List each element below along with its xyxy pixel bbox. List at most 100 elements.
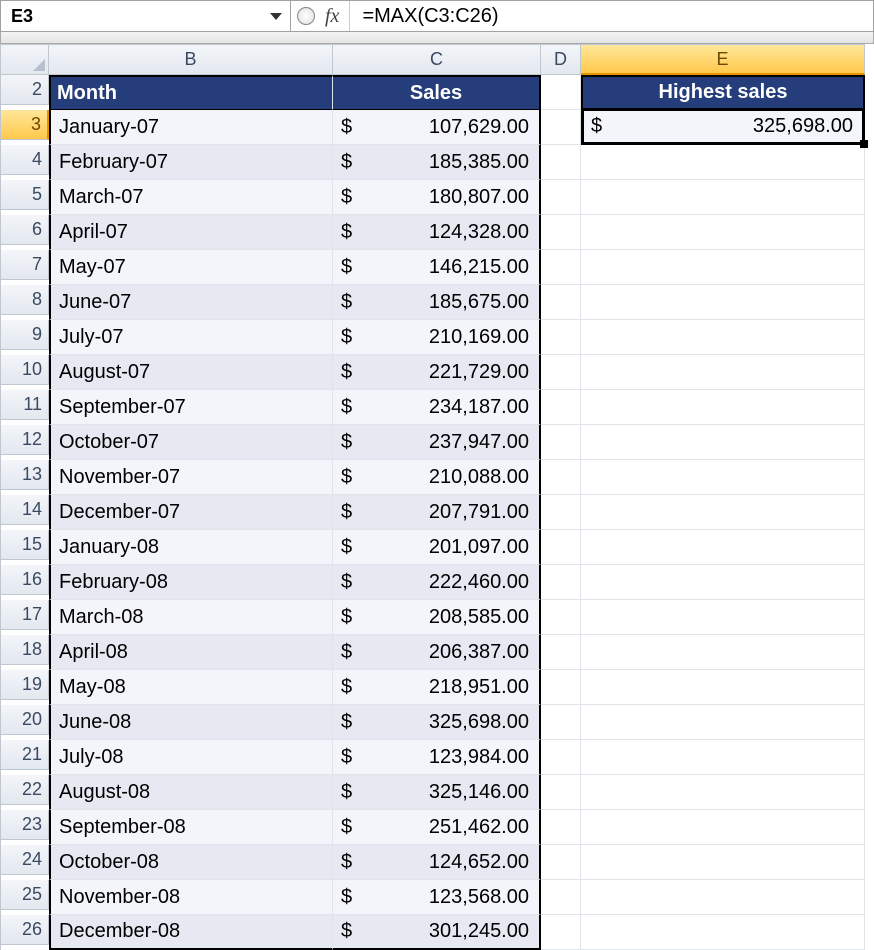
- cell-D10[interactable]: [541, 355, 581, 390]
- cell-D14[interactable]: [541, 495, 581, 530]
- cell-E13[interactable]: [581, 460, 865, 495]
- column-header-E[interactable]: E: [581, 45, 865, 75]
- cell-D16[interactable]: [541, 565, 581, 600]
- cell-E17[interactable]: [581, 600, 865, 635]
- column-header-C[interactable]: C: [333, 45, 541, 75]
- column-header-D[interactable]: D: [541, 45, 581, 75]
- cell-E11[interactable]: [581, 390, 865, 425]
- cell-sales-21[interactable]: $123,984.00: [333, 740, 541, 775]
- cell-E12[interactable]: [581, 425, 865, 460]
- row-header-16[interactable]: 16: [1, 565, 49, 595]
- cell-month-10[interactable]: August-07: [49, 355, 333, 390]
- cell-D17[interactable]: [541, 600, 581, 635]
- cell-month-17[interactable]: March-08: [49, 600, 333, 635]
- cell-D26[interactable]: [541, 915, 581, 950]
- cell-D7[interactable]: [541, 250, 581, 285]
- name-box-dropdown-icon[interactable]: [270, 13, 282, 20]
- cell-month-20[interactable]: June-08: [49, 705, 333, 740]
- cell-E10[interactable]: [581, 355, 865, 390]
- fill-handle[interactable]: [860, 140, 868, 148]
- row-header-26[interactable]: 26: [1, 915, 49, 945]
- cell-highest-sales[interactable]: $325,698.00: [581, 110, 865, 145]
- row-header-10[interactable]: 10: [1, 355, 49, 385]
- cell-E16[interactable]: [581, 565, 865, 600]
- row-header-9[interactable]: 9: [1, 320, 49, 350]
- cell-sales-14[interactable]: $207,791.00: [333, 495, 541, 530]
- cell-sales-7[interactable]: $146,215.00: [333, 250, 541, 285]
- row-header-5[interactable]: 5: [1, 180, 49, 210]
- cell-D13[interactable]: [541, 460, 581, 495]
- cell-sales-8[interactable]: $185,675.00: [333, 285, 541, 320]
- cell-E24[interactable]: [581, 845, 865, 880]
- cell-sales-24[interactable]: $124,652.00: [333, 845, 541, 880]
- cell-sales-11[interactable]: $234,187.00: [333, 390, 541, 425]
- cell-E25[interactable]: [581, 880, 865, 915]
- cell-E26[interactable]: [581, 915, 865, 950]
- cell-D21[interactable]: [541, 740, 581, 775]
- cell-D15[interactable]: [541, 530, 581, 565]
- cell-E23[interactable]: [581, 810, 865, 845]
- column-header-B[interactable]: B: [49, 45, 333, 75]
- row-header-22[interactable]: 22: [1, 775, 49, 805]
- select-all-corner[interactable]: [1, 45, 49, 75]
- name-box[interactable]: E3: [1, 1, 291, 31]
- cell-month-9[interactable]: July-07: [49, 320, 333, 355]
- row-header-19[interactable]: 19: [1, 670, 49, 700]
- row-header-21[interactable]: 21: [1, 740, 49, 770]
- cell-month-14[interactable]: December-07: [49, 495, 333, 530]
- cell-month-23[interactable]: September-08: [49, 810, 333, 845]
- cell-D25[interactable]: [541, 880, 581, 915]
- cell-month-5[interactable]: March-07: [49, 180, 333, 215]
- cell-month-21[interactable]: July-08: [49, 740, 333, 775]
- cell-E4[interactable]: [581, 145, 865, 180]
- cell-month-24[interactable]: October-08: [49, 845, 333, 880]
- cell-E20[interactable]: [581, 705, 865, 740]
- cell-sales-15[interactable]: $201,097.00: [333, 530, 541, 565]
- cell-sales-16[interactable]: $222,460.00: [333, 565, 541, 600]
- cell-D22[interactable]: [541, 775, 581, 810]
- cell-month-15[interactable]: January-08: [49, 530, 333, 565]
- row-header-2[interactable]: 2: [1, 75, 49, 105]
- cell-month-4[interactable]: February-07: [49, 145, 333, 180]
- cell-sales-9[interactable]: $210,169.00: [333, 320, 541, 355]
- cell-month-26[interactable]: December-08: [49, 915, 333, 950]
- cell-month-19[interactable]: May-08: [49, 670, 333, 705]
- cell-month-22[interactable]: August-08: [49, 775, 333, 810]
- cell-E15[interactable]: [581, 530, 865, 565]
- cell-sales-5[interactable]: $180,807.00: [333, 180, 541, 215]
- cell-sales-23[interactable]: $251,462.00: [333, 810, 541, 845]
- row-header-25[interactable]: 25: [1, 880, 49, 910]
- cell-sales-17[interactable]: $208,585.00: [333, 600, 541, 635]
- row-header-4[interactable]: 4: [1, 145, 49, 175]
- cell-month-12[interactable]: October-07: [49, 425, 333, 460]
- cell-sales-18[interactable]: $206,387.00: [333, 635, 541, 670]
- row-header-18[interactable]: 18: [1, 635, 49, 665]
- row-header-3[interactable]: 3: [1, 110, 49, 140]
- row-header-6[interactable]: 6: [1, 215, 49, 245]
- row-header-13[interactable]: 13: [1, 460, 49, 490]
- row-header-23[interactable]: 23: [1, 810, 49, 840]
- cell-D9[interactable]: [541, 320, 581, 355]
- cell-month-18[interactable]: April-08: [49, 635, 333, 670]
- row-header-8[interactable]: 8: [1, 285, 49, 315]
- cell-E22[interactable]: [581, 775, 865, 810]
- cell-D20[interactable]: [541, 705, 581, 740]
- cell-month-11[interactable]: September-07: [49, 390, 333, 425]
- cell-sales-10[interactable]: $221,729.00: [333, 355, 541, 390]
- cell-D23[interactable]: [541, 810, 581, 845]
- cell-sales-12[interactable]: $237,947.00: [333, 425, 541, 460]
- formula-input[interactable]: =MAX(C3:C26): [350, 1, 873, 31]
- cell-E19[interactable]: [581, 670, 865, 705]
- insert-function-button[interactable]: fx: [325, 5, 339, 28]
- row-header-24[interactable]: 24: [1, 845, 49, 875]
- cell-sales-22[interactable]: $325,146.00: [333, 775, 541, 810]
- cell-D19[interactable]: [541, 670, 581, 705]
- cell-sales-13[interactable]: $210,088.00: [333, 460, 541, 495]
- cell-sales-4[interactable]: $185,385.00: [333, 145, 541, 180]
- cell-sales-26[interactable]: $301,245.00: [333, 915, 541, 950]
- row-header-7[interactable]: 7: [1, 250, 49, 280]
- row-header-17[interactable]: 17: [1, 600, 49, 630]
- row-header-12[interactable]: 12: [1, 425, 49, 455]
- cell-sales-25[interactable]: $123,568.00: [333, 880, 541, 915]
- cell-sales-6[interactable]: $124,328.00: [333, 215, 541, 250]
